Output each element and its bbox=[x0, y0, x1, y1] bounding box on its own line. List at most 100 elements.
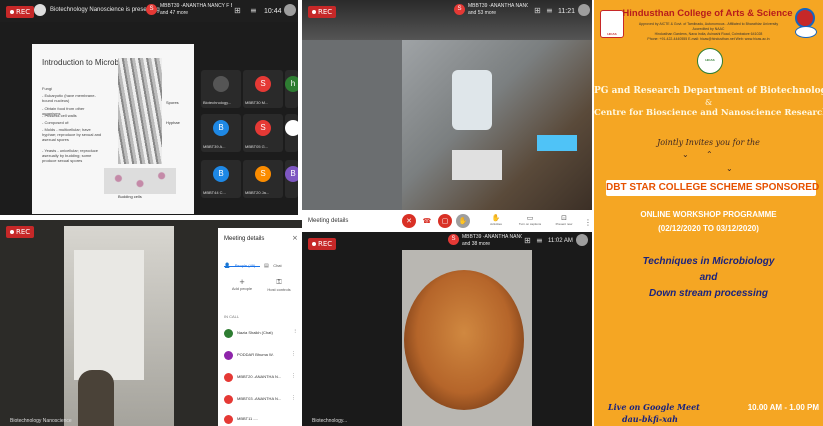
more-options-icon[interactable]: ⋮ bbox=[584, 218, 592, 227]
participant-tile[interactable]: B bbox=[285, 160, 298, 198]
panel-presentation: REC Biotechnology Nanoscience is present… bbox=[0, 0, 298, 215]
menu-icon[interactable]: ≡ bbox=[250, 6, 257, 15]
menu-icon[interactable]: ≡ bbox=[546, 6, 553, 15]
department-line-1: PG and Research Department of Biotechnol… bbox=[594, 86, 823, 96]
lock-icon: ⚿ bbox=[276, 278, 282, 286]
participant-row[interactable]: MBBT03 -ANANTHA N... ⋮ bbox=[224, 394, 298, 406]
activities-button[interactable]: ✋ Activities bbox=[484, 214, 508, 226]
participant-tile[interactable]: B MBBT44 C... bbox=[201, 160, 241, 198]
tile-name: MBBT20 Ja... bbox=[245, 190, 270, 195]
participant-tile[interactable]: S MBBT30 M... bbox=[243, 70, 283, 108]
meeting-details-panel: Meeting details × 👤 People (49) ▤ Chat +… bbox=[218, 228, 302, 426]
tab-people[interactable]: 👤 People (49) bbox=[224, 254, 260, 269]
rec-badge: REC bbox=[308, 6, 337, 18]
participant-tile[interactable]: h bbox=[285, 70, 298, 108]
present-now-button[interactable]: ⊡ Present now bbox=[550, 214, 578, 226]
tile-name: MBBT30 M... bbox=[245, 100, 269, 105]
meeting-details-link[interactable]: Meeting details bbox=[308, 218, 348, 224]
tile-name: Biotechnology... bbox=[203, 100, 232, 105]
rec-badge: REC bbox=[6, 226, 35, 238]
raise-hand-button[interactable]: ✋ bbox=[456, 214, 470, 228]
topic-and: and bbox=[699, 272, 718, 283]
header-names: MBBT39 -ANANTHA NANCY F BSC BIOT... bbox=[160, 3, 232, 9]
participant-tile[interactable] bbox=[285, 114, 298, 152]
workshop-title: ONLINE WORKSHOP PROGRAMME bbox=[640, 210, 777, 219]
menu-icon[interactable]: ≡ bbox=[536, 236, 543, 245]
tile-avatar: S bbox=[255, 76, 271, 92]
bottom-label: Biotechnology... bbox=[312, 418, 348, 424]
rack-shape bbox=[452, 150, 502, 180]
sponsor-banner: DBT STAR COLLEGE SCHEME SPONSORED bbox=[606, 180, 820, 196]
chat-icon: ▤ bbox=[264, 263, 269, 269]
flourish-left: ⌄ bbox=[682, 150, 689, 159]
row-name: MBBT20 -ANANTHA N... bbox=[237, 374, 282, 379]
captions-button[interactable]: ▭ Turn on captions bbox=[516, 214, 544, 226]
workshop-dates: (02/12/2020 TO 03/12/2020) bbox=[658, 224, 759, 233]
row-name: MBBT03 -ANANTHA N... bbox=[237, 396, 282, 401]
platform-label: Live on Google Meet bbox=[608, 402, 700, 412]
row-name: Nazia Shaikh (Chat) bbox=[237, 330, 273, 335]
tab-people-label: People (49) bbox=[234, 263, 256, 268]
tile-name: MBBT44 C... bbox=[203, 190, 226, 195]
participant-row[interactable]: MBBT20 -ANANTHA N... ⋮ bbox=[224, 372, 298, 384]
end-call-button[interactable]: ☎ bbox=[420, 214, 434, 228]
rec-badge: REC bbox=[6, 6, 35, 18]
close-icon[interactable]: × bbox=[292, 234, 298, 242]
tab-chat-label: Chat bbox=[273, 263, 282, 268]
header-avatar: S bbox=[448, 234, 459, 245]
slide-bullet: - Eukaryotic (have membrane-bound nucleu… bbox=[42, 93, 96, 103]
fungi-image bbox=[118, 58, 162, 164]
label-hyphae: Hyphae bbox=[166, 120, 180, 125]
more-icon[interactable]: ⋮ bbox=[291, 395, 296, 401]
more-icon[interactable]: ⋮ bbox=[291, 373, 296, 379]
participant-tile[interactable]: B MBBT39 A... bbox=[201, 114, 241, 152]
participant-tile[interactable]: Biotechnology... bbox=[201, 70, 241, 108]
topic-1: Techniques in Microbiology bbox=[642, 256, 775, 267]
panel-lab-camera: REC S MBBT39 -ANANTHA NANCY F BSC BIOT..… bbox=[302, 0, 592, 215]
whiteboard-sheet bbox=[74, 250, 144, 380]
row-avatar bbox=[224, 415, 233, 424]
bottle-shape bbox=[452, 70, 492, 130]
participant-tile[interactable]: S MBBT20 Ja... bbox=[243, 160, 283, 198]
header-more: and 47 more bbox=[160, 10, 189, 16]
logo-right-text: HICAS bbox=[705, 58, 715, 62]
sponsor-banner-text: DBT STAR COLLEGE SCHEME SPONSORED bbox=[606, 182, 820, 193]
participant-tile[interactable]: S MBBT05 G... bbox=[243, 114, 283, 152]
slide-bullet: Fungi bbox=[42, 86, 53, 91]
camera-off-button[interactable]: ▢ bbox=[438, 214, 452, 228]
label-spores: Spores bbox=[166, 100, 179, 105]
participant-row[interactable]: MBBT11 -... bbox=[224, 414, 298, 426]
bottom-label: Biotechnology Nanoscience bbox=[10, 418, 72, 424]
mic-icon: ⁝ bbox=[294, 329, 296, 335]
layout-icon[interactable]: ⊞ bbox=[534, 6, 541, 15]
more-icon[interactable]: ⋮ bbox=[291, 351, 296, 357]
layout-icon[interactable]: ⊞ bbox=[234, 6, 241, 15]
present-icon: ⊡ bbox=[561, 214, 567, 222]
tile-avatar: B bbox=[213, 120, 229, 136]
video-lab bbox=[402, 40, 592, 215]
self-avatar bbox=[578, 4, 590, 16]
mic-off-button[interactable]: ✕ bbox=[402, 214, 416, 228]
participant-row[interactable]: PODDAR Bhuma W. ⋮ bbox=[224, 350, 298, 362]
tile-avatar bbox=[213, 76, 229, 92]
flourish-right: ⌃ bbox=[706, 150, 713, 159]
college-approval: Approved by AICTE & Govt. of Tamilnadu, … bbox=[638, 22, 779, 26]
captions-icon: ▭ bbox=[526, 214, 534, 222]
in-call-heading: IN CALL bbox=[224, 314, 240, 319]
tile-avatar: B bbox=[213, 166, 229, 182]
person-shape bbox=[78, 370, 114, 426]
department-line-2: Centre for Bioscience and Nanoscience Re… bbox=[594, 108, 823, 118]
host-controls-button[interactable]: ⚿ Host controls bbox=[262, 278, 296, 292]
add-people-button[interactable]: + Add people bbox=[228, 278, 256, 291]
event-poster: HICAS Hindusthan College of Arts & Scien… bbox=[594, 0, 823, 426]
header-names: MBBT39 -ANANTHA NANCY F BSC BIOT... bbox=[462, 234, 522, 240]
tile-name: MBBT39 A... bbox=[203, 144, 226, 149]
budding-image bbox=[104, 168, 176, 194]
college-name: Hindusthan College of Arts & Science bbox=[622, 8, 793, 19]
tile-name: MBBT05 G... bbox=[245, 144, 269, 149]
panel-title: Meeting details bbox=[224, 236, 265, 242]
layout-icon[interactable]: ⊞ bbox=[524, 236, 531, 245]
tab-chat[interactable]: ▤ Chat bbox=[264, 254, 296, 269]
participant-row[interactable]: Nazia Shaikh (Chat) ⁝ bbox=[224, 328, 298, 340]
meet-code: dau-bkfi-xah bbox=[622, 414, 678, 424]
